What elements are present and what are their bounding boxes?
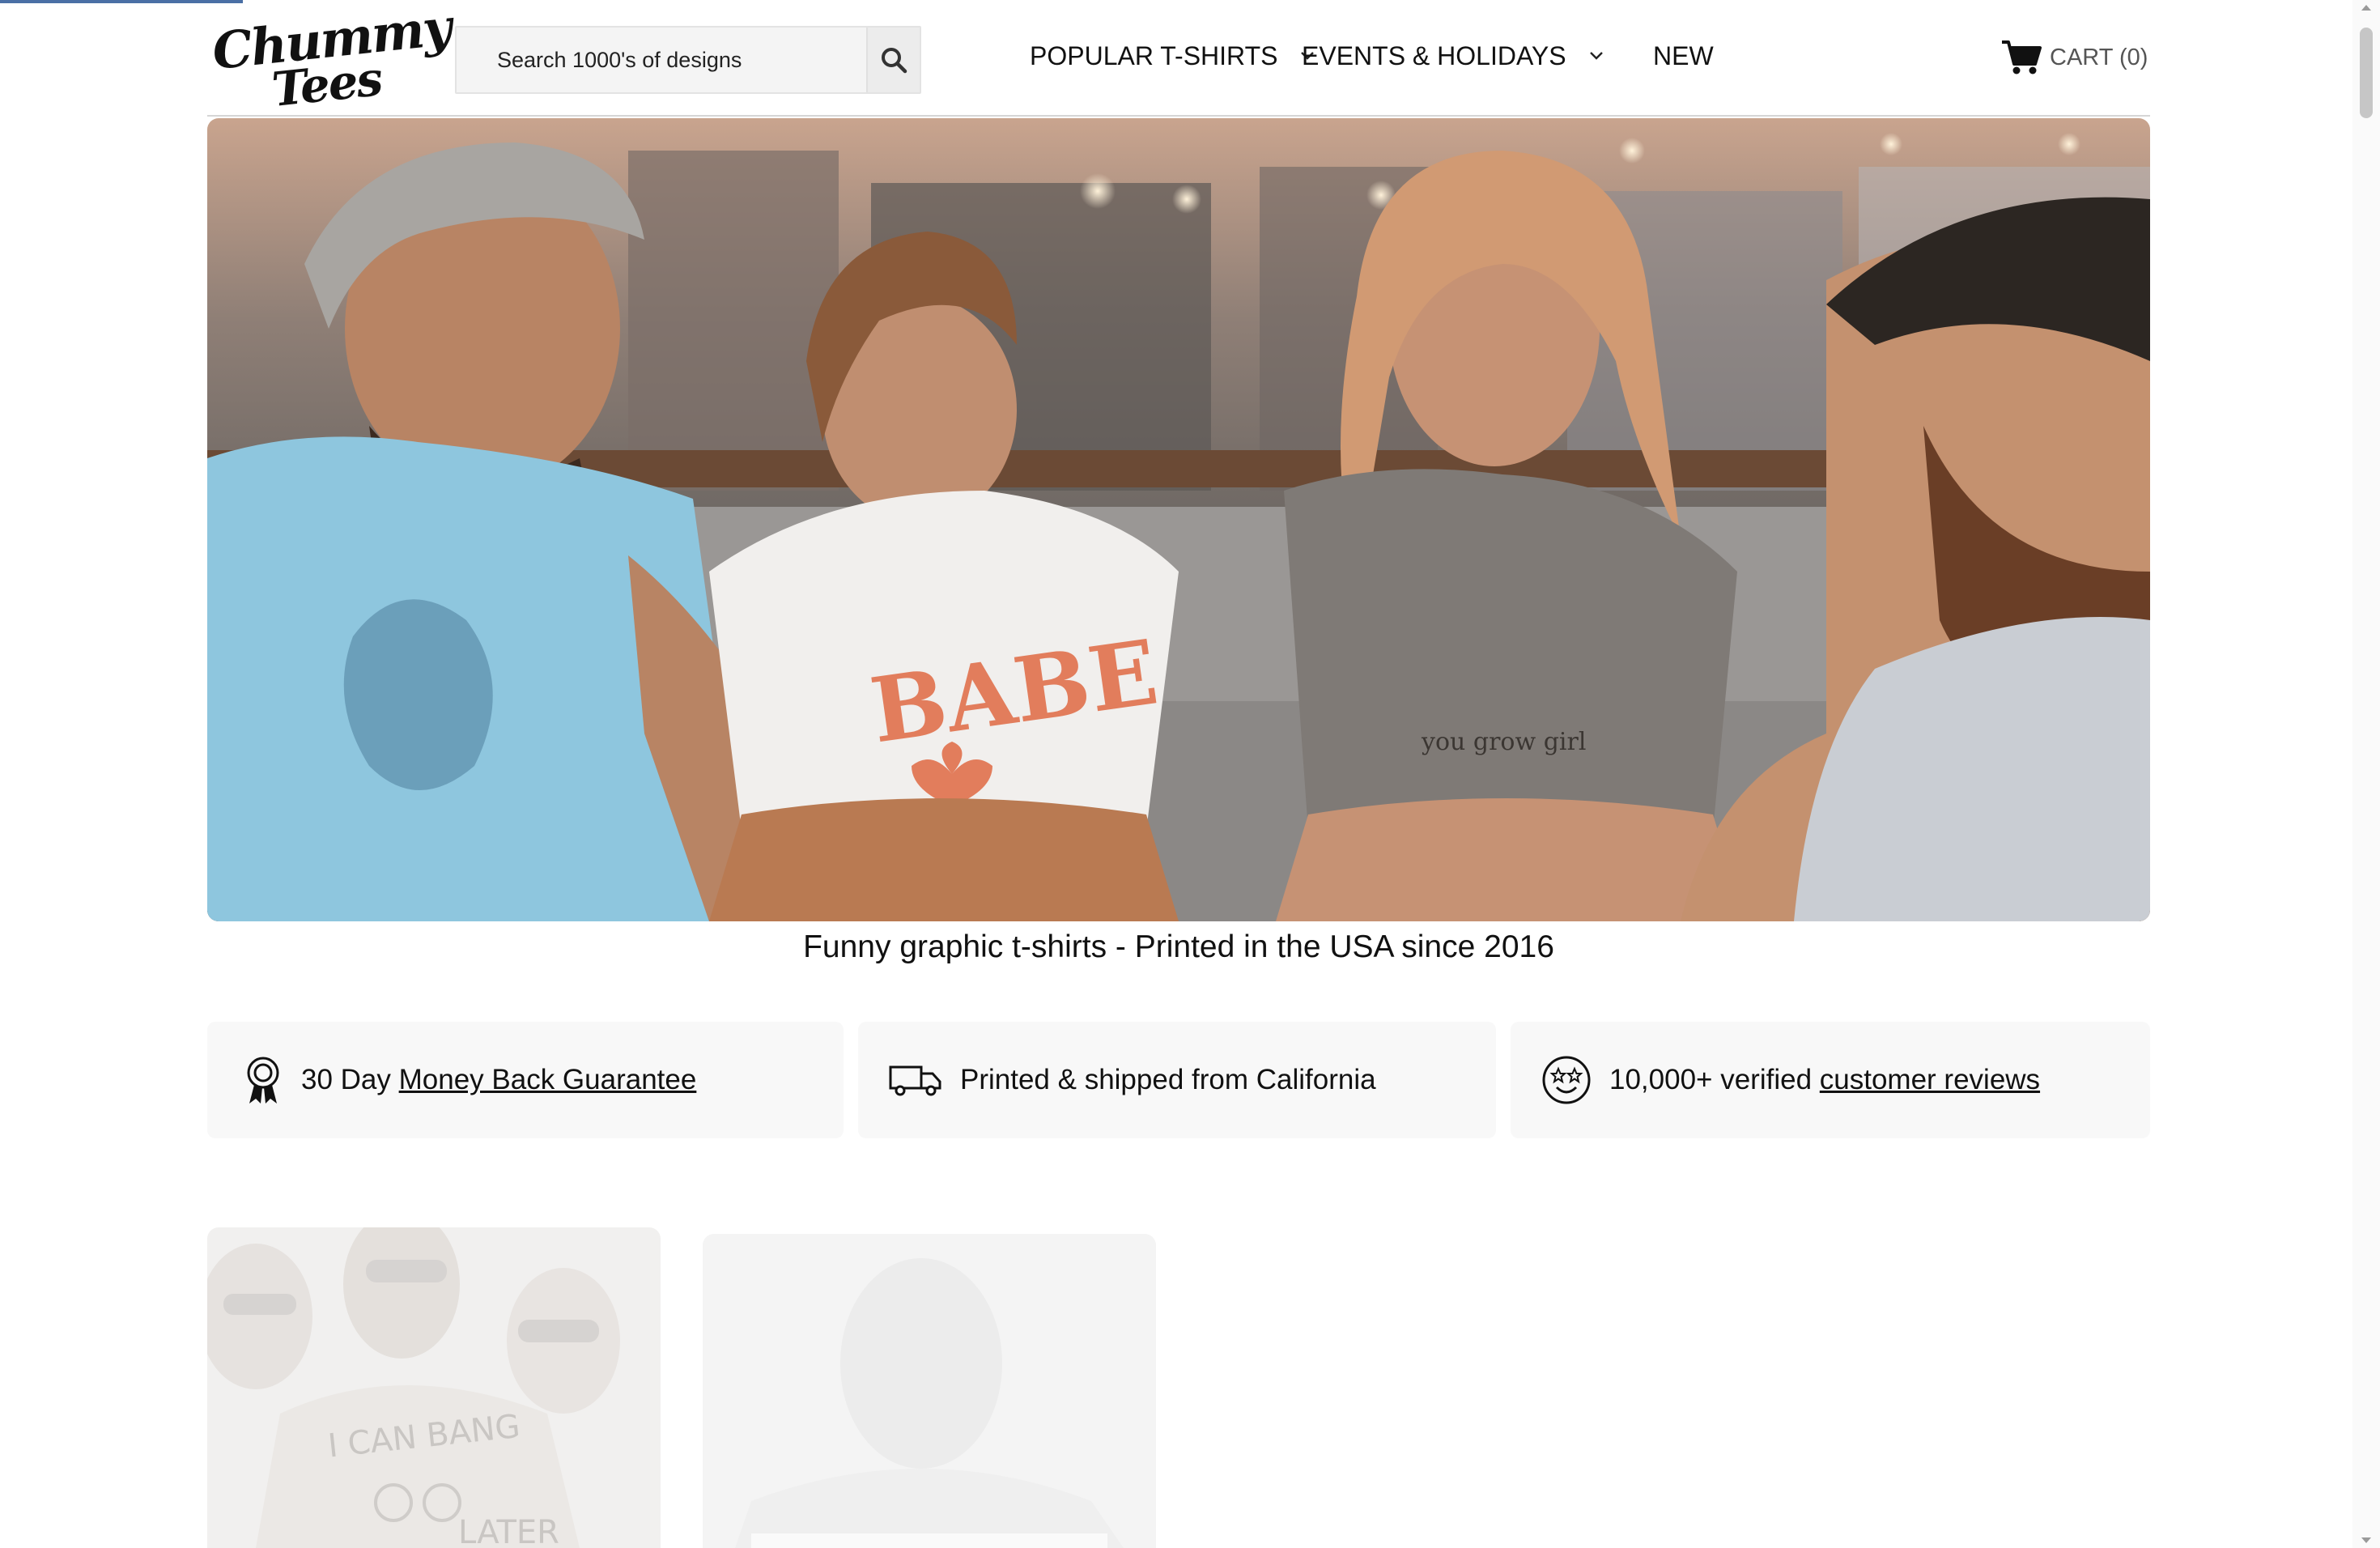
brand-logo[interactable]: Chummy Tees xyxy=(210,0,453,117)
hero-photo: BABE you grow girl xyxy=(207,118,2150,921)
search-icon xyxy=(882,48,907,74)
star-eyes-smiley-icon xyxy=(1542,1056,1591,1104)
award-ribbon-icon xyxy=(247,1057,279,1104)
money-back-guarantee-link[interactable]: Money Back Guarantee xyxy=(399,1064,697,1096)
chevron-down-icon xyxy=(1589,52,1603,60)
collection-card[interactable] xyxy=(703,1234,1156,1548)
guarantee-prefix: 30 Day xyxy=(301,1064,399,1095)
nav-popular-tshirts-label: POPULAR T-SHIRTS xyxy=(1030,40,1278,70)
brand-logo-line2: Tees xyxy=(269,51,385,117)
collection-card[interactable]: I CAN BANG LATER xyxy=(207,1227,661,1548)
scroll-up-arrow-icon[interactable] xyxy=(2361,5,2371,11)
scrollbar-thumb[interactable] xyxy=(2360,28,2373,118)
reviews-prefix: 10,000+ verified xyxy=(1609,1064,1820,1095)
customer-reviews-link[interactable]: customer reviews xyxy=(1820,1064,2040,1096)
nav-new-label: NEW xyxy=(1653,40,1714,70)
nav-popular-tshirts[interactable]: POPULAR T-SHIRTS xyxy=(1030,36,1315,76)
shopping-cart-icon xyxy=(2002,40,2042,74)
site-header: Chummy Tees POPULAR T-SHIRTS EVENTS & HO… xyxy=(207,0,2150,117)
page-loading-bar xyxy=(0,0,243,3)
shipping-text: Printed & shipped from California xyxy=(960,1064,1376,1095)
card-shirt-text-line2: LATER xyxy=(458,1514,559,1548)
scroll-down-arrow-icon[interactable] xyxy=(2361,1537,2371,1543)
benefit-shipping: Printed & shipped from California xyxy=(858,1022,1496,1138)
grow-shirt-text: you grow girl xyxy=(1421,728,1586,756)
search-input[interactable] xyxy=(457,28,861,92)
collection-card-image xyxy=(703,1234,1156,1548)
benefit-money-back-guarantee: 30 Day Money Back Guarantee xyxy=(207,1022,844,1138)
nav-new[interactable]: NEW xyxy=(1653,36,1714,76)
search-box xyxy=(455,26,921,94)
hero-tagline: Funny graphic t-shirts - Printed in the … xyxy=(803,929,1554,964)
scrollbar[interactable] xyxy=(2352,0,2380,1548)
search-button[interactable] xyxy=(866,28,920,92)
cart-link[interactable]: CART (0) xyxy=(2001,37,2148,78)
delivery-truck-icon xyxy=(889,1065,941,1096)
nav-events-holidays[interactable]: EVENTS & HOLIDAYS xyxy=(1302,36,1604,76)
collection-card-image: I CAN BANG LATER xyxy=(207,1227,661,1548)
cart-label: CART (0) xyxy=(2050,44,2148,70)
nav-events-holidays-label: EVENTS & HOLIDAYS xyxy=(1302,40,1566,70)
benefit-customer-reviews: 10,000+ verified customer reviews xyxy=(1511,1022,2150,1138)
